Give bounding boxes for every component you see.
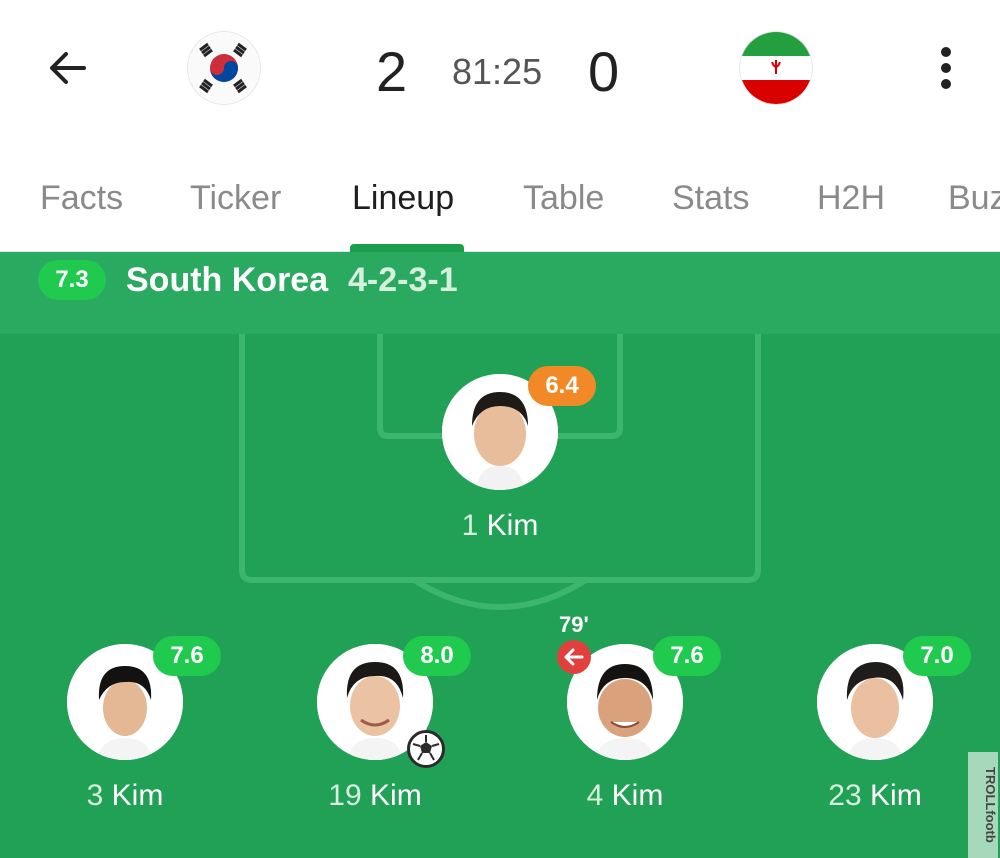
team-rating-badge: 7.3: [38, 260, 106, 300]
team-formation: 4-2-3-1: [348, 261, 458, 299]
active-tab-indicator: [350, 244, 464, 252]
player-label: 3 Kim: [25, 778, 225, 814]
tab-h2h[interactable]: H2H: [817, 178, 885, 218]
lineup-pitch: 7.3 South Korea 4-2-3-1 6.4 1 Kim 7.6 3 …: [0, 252, 1000, 858]
player-name: Kim: [611, 779, 664, 812]
team-name[interactable]: South Korea: [126, 256, 328, 304]
more-options-icon[interactable]: [926, 40, 966, 96]
match-header: 2 81:25 0: [0, 0, 1000, 140]
substitution-minute: 79': [559, 612, 589, 637]
player-rating-badge: 7.0: [903, 636, 971, 676]
player-number: 4: [586, 779, 604, 812]
tab-table[interactable]: Table: [523, 178, 604, 218]
player-1-kim[interactable]: 6.4 1 Kim: [400, 366, 600, 574]
tab-lineup[interactable]: Lineup: [352, 178, 454, 218]
watermark: TROLLfootb: [968, 752, 998, 858]
player-3-kim[interactable]: 7.6 3 Kim: [25, 636, 225, 844]
player-rating-badge: 8.0: [403, 636, 471, 676]
home-score: 2: [376, 40, 408, 103]
player-number: 1: [461, 509, 479, 542]
player-name: Kim: [870, 779, 922, 812]
back-arrow-icon[interactable]: [44, 44, 92, 92]
player-number: 19: [328, 779, 362, 812]
substitution-out-icon: [557, 640, 591, 674]
iran-flag-icon[interactable]: [740, 32, 812, 104]
player-label: 4 Kim: [525, 778, 725, 814]
away-score: 0: [588, 40, 620, 103]
player-name: Kim: [111, 779, 164, 812]
team-header: 7.3 South Korea 4-2-3-1: [0, 252, 1000, 334]
player-label: 23 Kim: [775, 778, 975, 814]
player-number: 23: [828, 779, 862, 812]
player-4-kim[interactable]: 79' 7.6 4 Kim: [525, 612, 725, 844]
match-tabs: Facts Ticker Lineup Table Stats H2H Buz: [0, 140, 1000, 252]
player-rating-badge: 7.6: [153, 636, 221, 676]
goal-ball-icon: [407, 730, 445, 768]
player-rating-badge: 7.6: [653, 636, 721, 676]
player-19-kim[interactable]: 8.0 19 Kim: [275, 636, 475, 844]
tab-facts[interactable]: Facts: [40, 178, 123, 218]
player-name: Kim: [370, 779, 422, 812]
player-name: Kim: [486, 509, 539, 542]
player-23-kim[interactable]: 7.0 23 Kim: [775, 636, 975, 844]
tab-stats[interactable]: Stats: [672, 178, 749, 218]
player-number: 3: [86, 779, 104, 812]
south-korea-flag-icon[interactable]: [188, 32, 260, 104]
tab-ticker[interactable]: Ticker: [190, 178, 281, 218]
player-rating-badge: 6.4: [528, 366, 596, 406]
player-label: 1 Kim: [400, 508, 600, 544]
tab-buzz[interactable]: Buz: [948, 178, 1000, 218]
match-clock: 81:25: [452, 51, 543, 92]
player-label: 19 Kim: [275, 778, 475, 814]
